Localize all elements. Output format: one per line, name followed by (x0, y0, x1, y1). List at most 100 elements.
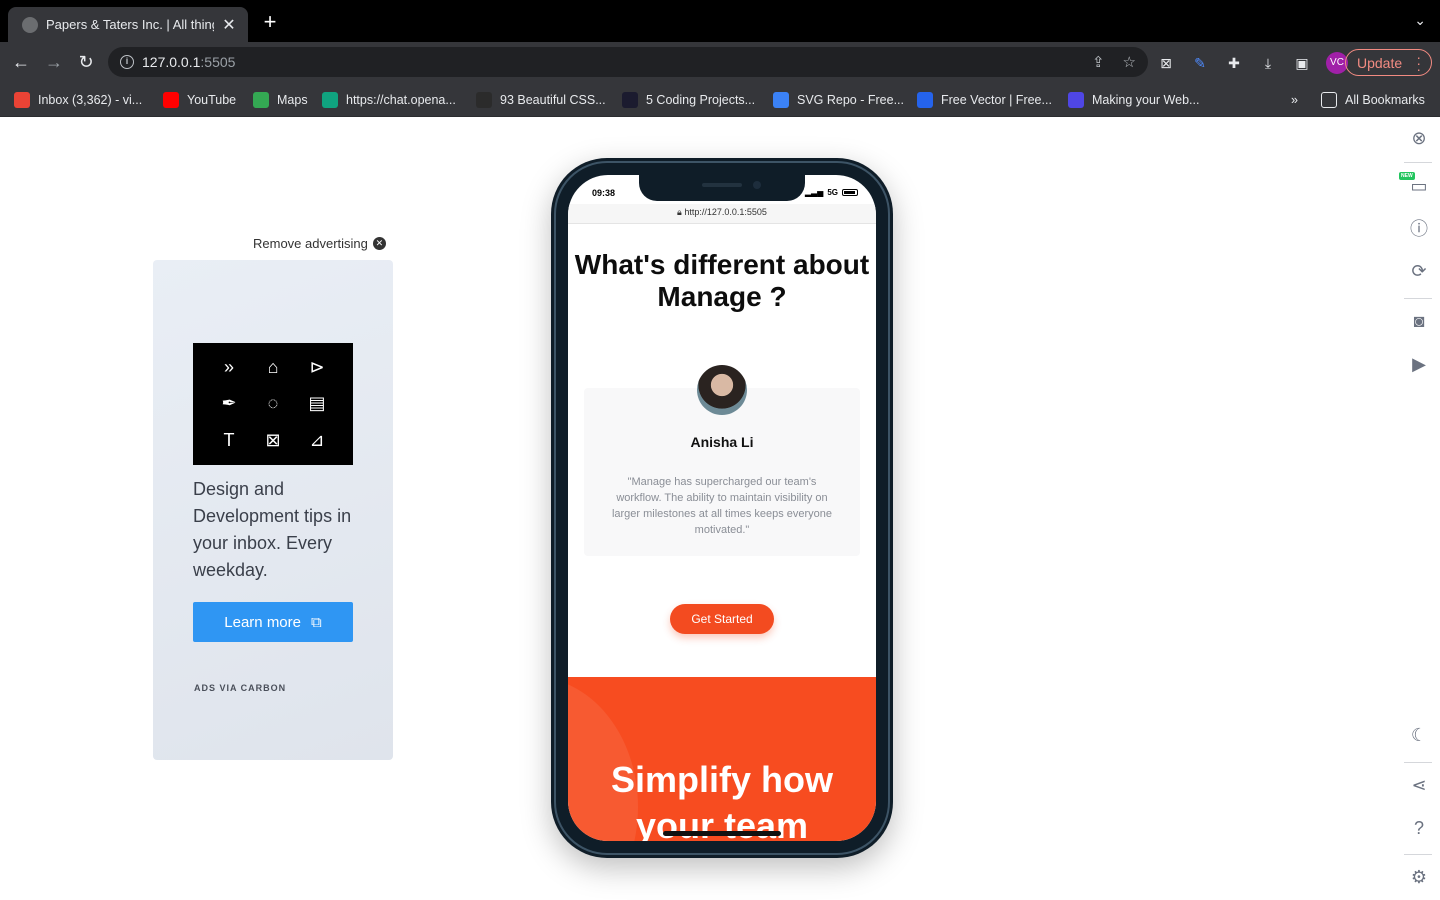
section-heading: What's different about Manage ? (574, 249, 870, 312)
bookmark-label: Free Vector | Free... (941, 93, 1052, 107)
home-icon: ⌂ (267, 356, 279, 377)
camera-icon (753, 181, 761, 189)
youtube-icon (163, 92, 179, 108)
divider (1404, 762, 1432, 763)
extension-colorpick-icon[interactable]: ✎ (1190, 53, 1210, 73)
phone-screen: 09:38 ▂▃▅ 5G 🔒︎ http://127.0.0.1:5505 Wh… (568, 175, 876, 841)
bookmark-label: YouTube (187, 93, 237, 107)
css-icon (476, 92, 492, 108)
new-tab-button[interactable]: + (258, 11, 282, 33)
signal-icon: ▂▃▅ (804, 188, 824, 197)
bookmark-youtube[interactable]: YouTube (163, 91, 236, 109)
all-bookmarks-label: All Bookmarks (1345, 93, 1425, 107)
testimonial-name: Anisha Li (690, 434, 754, 450)
bookmark-label: Maps (277, 93, 308, 107)
speaker-grille (702, 183, 742, 187)
globe-icon (22, 16, 38, 33)
chevrons-right-icon: » (223, 356, 234, 377)
update-button[interactable]: Update · · · (1345, 49, 1432, 76)
play-icon (1068, 92, 1084, 108)
share-icon[interactable]: ⇪ (1092, 53, 1105, 71)
bookmark-maps[interactable]: Maps (253, 91, 308, 109)
browser-tab[interactable]: Papers & Taters Inc. | All things ✕ (8, 7, 248, 42)
tab-close-icon[interactable]: ✕ (220, 15, 238, 35)
bookmark-chatgpt[interactable]: https://chat.opena... (322, 91, 456, 109)
divider (1404, 298, 1432, 299)
battery-icon (842, 189, 858, 196)
devices-icon[interactable]: ▭ (1408, 175, 1430, 197)
file-cursor-icon: ▤ (308, 393, 326, 414)
cursor-plus-icon: ⊳ (309, 356, 325, 377)
help-icon[interactable]: ? (1408, 817, 1430, 839)
chatgpt-icon (322, 92, 338, 108)
learn-more-button[interactable]: Learn more ⧉ (193, 602, 353, 642)
text-icon: T (223, 430, 235, 451)
rotate-icon[interactable]: ⟳ (1408, 260, 1430, 282)
get-started-button[interactable]: Get Started (670, 604, 774, 634)
learn-more-label: Learn more (224, 613, 301, 631)
url-host: 127.0.0.1 (142, 54, 201, 70)
kebab-menu-icon[interactable]: · · · (1416, 50, 1421, 76)
bookmarks-bar: Inbox (3,362) - vi... YouTube Maps https… (0, 82, 1440, 117)
url-port: :5505 (200, 54, 236, 70)
side-panel-icon[interactable]: ▣ (1292, 53, 1312, 73)
ad-image[interactable]: » ⌂ ⊳ ✒ ◌ ▤ T ⊠ ⊿ (193, 343, 353, 465)
frame-icon: ⊠ (265, 430, 281, 451)
bookmark-css[interactable]: 93 Beautiful CSS... (476, 91, 606, 109)
bookmark-svgrepo[interactable]: SVG Repo - Free... (773, 91, 904, 109)
ad-text[interactable]: Design and Development tips in your inbo… (193, 476, 363, 584)
back-arrow-icon[interactable]: ← (10, 51, 32, 73)
close-circle-icon[interactable]: ✕ (372, 237, 386, 250)
update-label: Update (1357, 54, 1403, 71)
pen-icon: ✒ (221, 393, 237, 414)
lasso-icon: ◌ (267, 393, 279, 414)
ad-card: » ⌂ ⊳ ✒ ◌ ▤ T ⊠ ⊿ Design and Development… (153, 260, 393, 760)
testimonial-quote: "Manage has supercharged our team's work… (611, 476, 833, 536)
camera-icon[interactable]: ◙ (1408, 310, 1430, 332)
angle-icon: ⊿ (309, 430, 325, 451)
tab-title: Papers & Taters Inc. | All things (46, 17, 214, 32)
star-icon[interactable]: ☆ (1123, 53, 1136, 71)
moon-icon[interactable]: ☾ (1408, 724, 1430, 746)
lock-icon: 🔒︎ (677, 207, 682, 217)
maps-icon (253, 92, 269, 108)
bookmark-freevector[interactable]: Free Vector | Free... (917, 91, 1052, 109)
ads-via-carbon-link[interactable]: ADS VIA CARBON (194, 683, 286, 693)
close-icon[interactable]: ⊗ (1408, 127, 1430, 149)
bookmarks-overflow-button[interactable]: » (1291, 91, 1298, 109)
share-icon[interactable]: ⋖ (1408, 774, 1430, 796)
address-bar[interactable]: i 127.0.0.1:5505 ⇪ ☆ (108, 47, 1148, 77)
home-indicator[interactable] (663, 831, 781, 836)
remove-advertising-link[interactable]: Remove advertising ✕ (253, 236, 386, 251)
status-right: ▂▃▅ 5G (805, 188, 858, 197)
extension-excel-icon[interactable]: ⊠ (1156, 53, 1176, 73)
freepik-icon (917, 92, 933, 108)
bookmark-label: Making your Web... (1092, 93, 1200, 107)
phone-url-bar[interactable]: 🔒︎ http://127.0.0.1:5505 (568, 204, 876, 224)
bookmark-label: 93 Beautiful CSS... (500, 93, 606, 107)
video-icon[interactable]: ▶ (1408, 353, 1430, 375)
tab-search-icon[interactable]: ⌄ (1414, 12, 1426, 29)
site-info-icon[interactable]: i (120, 55, 134, 69)
gmail-icon (14, 92, 30, 108)
status-time: 09:38 (592, 188, 616, 198)
all-bookmarks-button[interactable]: All Bookmarks (1321, 91, 1425, 109)
divider (1404, 162, 1432, 163)
puzzle-icon[interactable]: ✚ (1224, 53, 1244, 73)
gear-icon[interactable]: ⚙ (1408, 866, 1430, 888)
bookmark-label: SVG Repo - Free... (797, 93, 904, 107)
promo-title: Simplify how your team (610, 759, 833, 841)
browser-toolbar: ← → ↻ i 127.0.0.1:5505 ⇪ ☆ ⊠ ✎ ✚ ⤓ ▣ VC … (0, 42, 1440, 82)
bookmark-coding[interactable]: 5 Coding Projects... (622, 91, 755, 109)
folder-icon (1321, 92, 1337, 108)
network-label: 5G (827, 188, 838, 197)
promo-section: Simplify how your team (568, 677, 876, 841)
forward-arrow-icon[interactable]: → (43, 51, 65, 73)
info-icon[interactable]: ⓘ (1408, 218, 1430, 240)
bookmark-gmail[interactable]: Inbox (3,362) - vi... (14, 91, 142, 109)
reload-icon[interactable]: ↻ (75, 51, 97, 73)
bookmark-label: https://chat.opena... (346, 93, 456, 107)
bookmark-making-web[interactable]: Making your Web... (1068, 91, 1199, 109)
download-icon[interactable]: ⤓ (1258, 53, 1278, 73)
phone-notch (639, 175, 805, 201)
